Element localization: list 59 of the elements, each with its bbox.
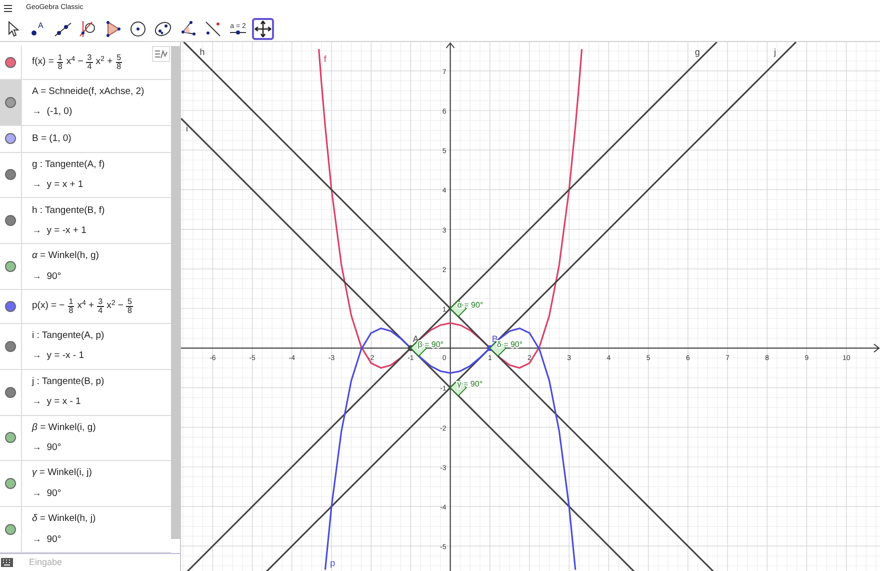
- angle-label: δ = 90°: [496, 340, 523, 350]
- formula-text: p(x) = −: [32, 299, 65, 314]
- result-text: → y = x - 1: [32, 395, 82, 410]
- line-label: g: [694, 47, 700, 57]
- keyboard-icon[interactable]: [1, 558, 13, 567]
- formula-text: δ = Winkel(h, j): [32, 512, 96, 526]
- fraction: 1 8: [56, 54, 64, 71]
- right-angle-marker: [450, 300, 467, 318]
- formula-text: B = (1, 0): [32, 132, 72, 146]
- tool-button[interactable]: [252, 18, 274, 40]
- input-field[interactable]: Eingabe: [29, 556, 180, 570]
- triangle-icon: [104, 20, 122, 38]
- angle-label: α = 90°: [457, 300, 484, 310]
- style-bar-toggle[interactable]: [152, 46, 170, 62]
- formula-text: β = Winkel(i, g): [32, 420, 96, 435]
- right-angle-marker: [450, 379, 467, 396]
- line-label: j: [774, 47, 776, 57]
- result-text: → (-1, 0): [32, 105, 74, 120]
- formula-text: x$^{4}$ +: [77, 299, 94, 314]
- angle-label: γ = 90°: [457, 380, 483, 389]
- result-text: → 90°: [32, 532, 62, 547]
- angle-icon: [179, 20, 197, 38]
- formula-text: α = Winkel(h, g): [32, 249, 99, 264]
- row-handle[interactable]: [0, 80, 22, 125]
- reflect-point-icon: [204, 20, 222, 38]
- line-label: f: [324, 54, 326, 64]
- formula-text: x$^{2}$ −: [106, 299, 124, 314]
- line-label: h: [200, 47, 205, 57]
- fraction: 5 8: [126, 298, 133, 315]
- formula-text: γ = Winkel(i, j): [32, 466, 92, 480]
- formula-text: A = Schneide(f, xAchse, 2): [32, 85, 144, 100]
- formula-text: h : Tangente(B, f): [32, 204, 105, 218]
- move-arrows-icon: [254, 20, 272, 38]
- result-text: → y = x + 1: [32, 178, 84, 192]
- formula-text: j : Tangente(B, p): [32, 374, 104, 389]
- circle-icon: [129, 20, 147, 38]
- fraction: 3 4: [97, 298, 104, 315]
- formula-text: f(x) =: [32, 55, 54, 70]
- result-text: → y = -x + 1: [32, 224, 88, 238]
- result-text: → y = -x - 1: [32, 349, 85, 364]
- tangent-circle-icon: [79, 20, 97, 38]
- fraction: 1 8: [68, 298, 74, 315]
- result-text: → 90°: [32, 440, 62, 455]
- result-text: → 90°: [32, 486, 62, 501]
- line-label: p: [330, 558, 336, 568]
- menu-icon[interactable]: [4, 4, 12, 12]
- result-text: → 90°: [32, 270, 62, 284]
- angle-label: β = 90°: [418, 340, 444, 350]
- formula-text: i : Tangente(A, p): [32, 329, 104, 344]
- formula-text: x$^{2}$ +: [96, 55, 113, 70]
- line-icon: [54, 20, 72, 38]
- line-label: i: [186, 123, 188, 134]
- fraction: 5 8: [116, 54, 122, 71]
- scrollbar[interactable]: [171, 46, 180, 539]
- fraction: 3 4: [86, 54, 93, 71]
- formula-text: x$^{4}$ −: [66, 55, 84, 70]
- ellipse-icon: [154, 20, 172, 38]
- style-bar-icon: [154, 49, 168, 59]
- formula-text: g : Tangente(A, f): [32, 158, 105, 172]
